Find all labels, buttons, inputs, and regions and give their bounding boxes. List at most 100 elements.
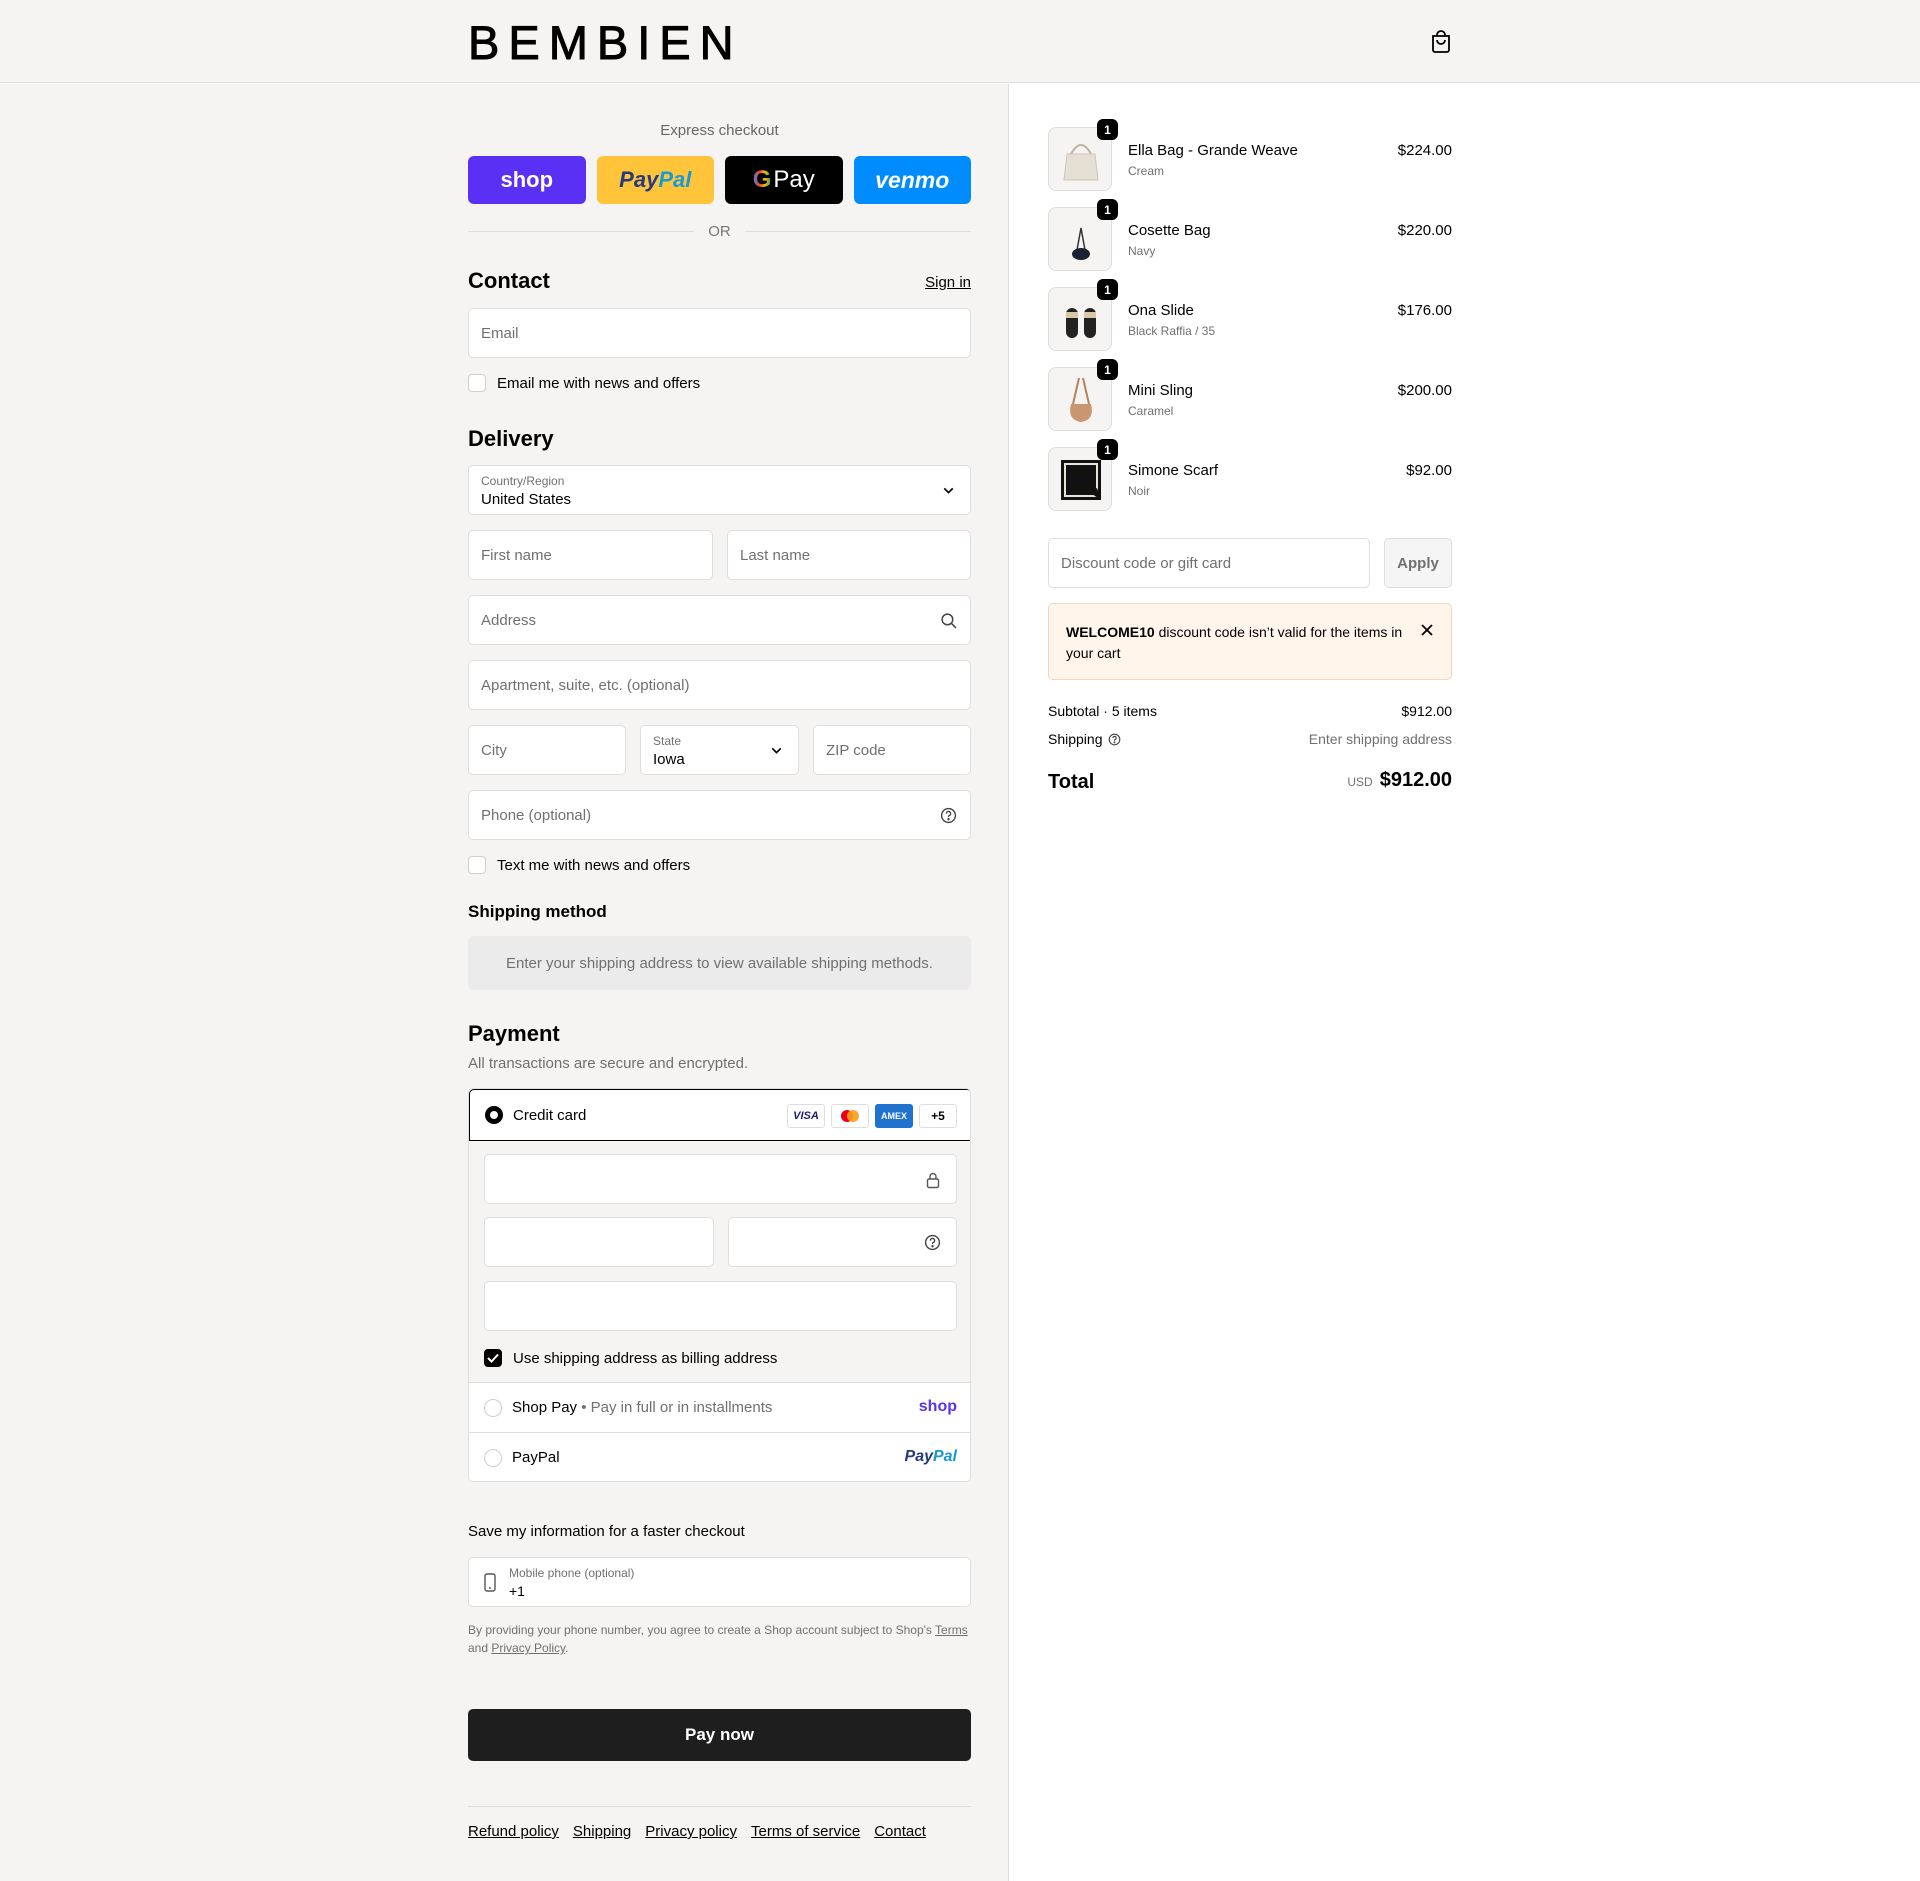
state-label: State [653, 734, 682, 748]
quantity-badge: 1 [1097, 439, 1118, 460]
item-price: $200.00 [1397, 382, 1452, 399]
quantity-badge: 1 [1097, 279, 1118, 300]
total-value: USD $912.00 [1347, 769, 1452, 792]
terms-link[interactable]: Terms [935, 1623, 968, 1637]
apply-discount-button[interactable]: Apply [1384, 538, 1452, 588]
paypal-logo-pal: Pal [932, 1448, 957, 1465]
terms-of-service-link[interactable]: Terms of service [751, 1823, 860, 1840]
shop-pay-radio[interactable] [484, 1399, 502, 1417]
close-icon[interactable] [1419, 622, 1435, 638]
payment-title: Payment [468, 1021, 560, 1046]
name-on-card-field[interactable] [484, 1281, 957, 1331]
product-thumbnail: 1 [1048, 119, 1118, 191]
shipping-row: Shipping Enter shipping address [1048, 731, 1452, 747]
city-field[interactable]: City [468, 725, 626, 775]
address-field[interactable]: Address [468, 595, 971, 645]
venmo-button[interactable]: venmo [853, 156, 971, 204]
paypal-button[interactable]: Pay Pal [596, 156, 714, 204]
last-name-field[interactable]: Last name [727, 530, 971, 580]
bullet: • [581, 1399, 587, 1416]
quantity-badge: 1 [1097, 199, 1118, 220]
help-icon[interactable] [1108, 733, 1121, 746]
card-number-field[interactable] [484, 1154, 957, 1204]
text-news-checkbox[interactable]: Text me with news and offers [468, 856, 690, 874]
email-news-label: Email me with news and offers [497, 374, 701, 392]
state-select[interactable]: State Iowa [640, 725, 799, 775]
discount-code: WELCOME10 [1066, 624, 1155, 640]
discount-code-field[interactable]: Discount code or gift card [1048, 538, 1370, 588]
total-amount: $912.00 [1379, 769, 1452, 791]
shop-pay-option[interactable]: Shop Pay • Pay in full or in installment… [469, 1383, 970, 1433]
mobile-phone-label: Mobile phone (optional) [509, 1566, 635, 1580]
amex-icon: AMEX [875, 1104, 913, 1128]
privacy-policy-footer-link[interactable]: Privacy policy [645, 1823, 737, 1840]
discount-error-text: WELCOME10 discount code isn’t valid for … [1066, 622, 1406, 664]
paypal-option[interactable]: PayPal PayPal [469, 1433, 970, 1481]
legal-notice: By providing your phone number, you agre… [468, 1621, 971, 1657]
city-placeholder: City [481, 742, 507, 759]
cart-item: 1 Simone Scarf Noir $92.00 [1048, 439, 1452, 511]
zip-field[interactable]: ZIP code [813, 725, 971, 775]
shipping-label: Shipping [1048, 731, 1103, 747]
phone-field[interactable]: Phone (optional) [468, 790, 971, 840]
paypal-radio[interactable] [484, 1449, 502, 1467]
checkbox[interactable] [468, 374, 486, 392]
currency-code: USD [1347, 775, 1373, 789]
footer-links: Refund policy Shipping Privacy policy Te… [468, 1823, 926, 1840]
billing-address-checkbox[interactable]: Use shipping address as billing address [484, 1349, 777, 1367]
shop-pay-button[interactable]: shop [468, 156, 586, 204]
country-select[interactable]: Country/Region United States [468, 465, 971, 515]
privacy-policy-link[interactable]: Privacy Policy [491, 1641, 565, 1655]
billing-address-label: Use shipping address as billing address [513, 1349, 778, 1367]
product-thumbnail: 1 [1048, 359, 1118, 431]
credit-card-radio[interactable] [485, 1106, 503, 1124]
footer-divider [468, 1806, 971, 1807]
pay-now-button[interactable]: Pay now [468, 1709, 971, 1761]
first-name-placeholder: First name [481, 547, 552, 564]
contact-title: Contact [468, 268, 550, 293]
subtotal-row: Subtotal · 5 items $912.00 [1048, 703, 1452, 719]
phone-placeholder: Phone (optional) [481, 807, 592, 824]
quantity-badge: 1 [1097, 119, 1118, 140]
help-icon[interactable] [924, 1234, 941, 1251]
divider-line [744, 230, 971, 232]
checkbox[interactable] [468, 856, 486, 874]
product-thumbnail: 1 [1048, 279, 1118, 351]
item-name: Ella Bag - Grande Weave [1128, 142, 1298, 159]
checkbox-checked[interactable] [484, 1349, 502, 1367]
item-name: Simone Scarf [1128, 462, 1219, 479]
refund-policy-link[interactable]: Refund policy [468, 1823, 559, 1840]
subtotal-value: $912.00 [1401, 703, 1452, 719]
sign-in-link[interactable]: Sign in [925, 274, 971, 291]
total-label: Total [1048, 771, 1095, 793]
shipping-value: Enter shipping address [1308, 731, 1452, 747]
credit-card-label: Credit card [513, 1107, 587, 1124]
paypal-logo-pay: Pay [904, 1448, 933, 1465]
google-pay-label: Pay [773, 166, 815, 193]
apartment-field[interactable]: Apartment, suite, etc. (optional) [468, 660, 971, 710]
first-name-field[interactable]: First name [468, 530, 713, 580]
last-name-placeholder: Last name [740, 547, 811, 564]
expiration-field[interactable] [484, 1217, 714, 1267]
credit-card-option[interactable]: Credit card VISA AMEX +5 [469, 1089, 970, 1141]
google-pay-button[interactable]: G Pay [725, 156, 843, 204]
save-info-title: Save my information for a faster checkou… [468, 1523, 745, 1540]
state-value: Iowa [653, 751, 685, 768]
shopping-bag-icon[interactable] [1430, 29, 1452, 53]
header: BEMBIEN [0, 0, 1920, 83]
shop-pay-name: Shop Pay [512, 1399, 578, 1416]
brand-logo[interactable]: BEMBIEN [468, 19, 743, 67]
contact-link[interactable]: Contact [874, 1823, 926, 1840]
legal-text: By providing your phone number, you agre… [468, 1623, 936, 1637]
product-thumbnail: 1 [1048, 439, 1118, 511]
google-g-icon: G [752, 166, 772, 193]
credit-card-form: Use shipping address as billing address [469, 1141, 970, 1383]
shipping-link[interactable]: Shipping [573, 1823, 631, 1840]
help-icon[interactable] [940, 807, 957, 824]
email-field[interactable]: Email [468, 308, 971, 358]
mobile-phone-field[interactable]: Mobile phone (optional) +1 [468, 1557, 971, 1607]
total-row: Total USD $912.00 [1048, 769, 1452, 795]
item-price: $224.00 [1397, 142, 1452, 159]
security-code-field[interactable] [728, 1217, 957, 1267]
email-news-checkbox[interactable]: Email me with news and offers [468, 374, 700, 392]
